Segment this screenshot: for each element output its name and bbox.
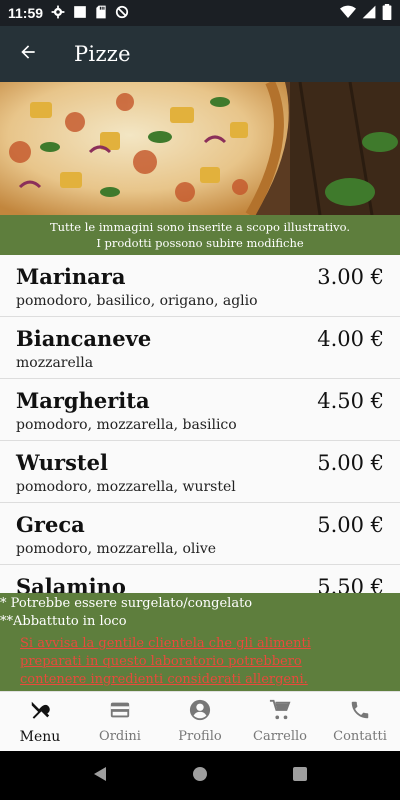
menu-item-margherita[interactable]: Margherita 4.50 € pomodoro, mozzarella, … (0, 379, 400, 441)
menu-item-wurstel[interactable]: Wurstel 5.00 € pomodoro, mozzarella, wur… (0, 441, 400, 503)
menu-item-greca[interactable]: Greca 5.00 € pomodoro, mozzarella, olive (0, 503, 400, 565)
item-price: 3.00 € (317, 265, 384, 289)
hero-pizza-image (0, 82, 400, 215)
item-description: pomodoro, mozzarella, olive (16, 541, 217, 557)
nav-menu-label: Menu (19, 728, 61, 745)
app-bar: Pizze (0, 26, 400, 82)
phone-icon (349, 699, 371, 729)
frozen-note: * Potrebbe essere surgelato/congelato (0, 596, 253, 611)
disclaimer-banner: Tutte le immagini sono inserite a scopo … (0, 215, 400, 255)
item-description: pomodoro, mozzarella, wurstel (16, 479, 236, 495)
back-button[interactable] (0, 26, 56, 82)
chilled-note: **Abbattuto in loco (0, 614, 127, 629)
gear-icon (51, 5, 65, 22)
item-description: pomodoro, mozzarella, basilico (16, 417, 237, 433)
footer-notes: * Potrebbe essere surgelato/congelato **… (0, 593, 400, 691)
no-disturb-icon (115, 5, 129, 22)
system-nav-bar (0, 751, 400, 800)
triangle-back-icon (92, 766, 108, 786)
page-title: Pizze (74, 42, 131, 66)
circle-home-icon (192, 766, 208, 786)
nav-ordini-label: Ordini (99, 729, 141, 744)
system-home-button[interactable] (180, 756, 220, 796)
nav-contatti[interactable]: Contatti (320, 692, 400, 751)
nav-menu[interactable]: Menu (0, 692, 80, 751)
battery-icon (382, 3, 392, 23)
item-description: pomodoro, basilico, origano, aglio (16, 293, 258, 309)
arrow-back-icon (18, 42, 38, 66)
signal-icon (362, 5, 376, 22)
item-price: 5.00 € (317, 513, 384, 537)
item-price: 5.50 € (317, 575, 384, 593)
menu-item-marinara[interactable]: Marinara 3.00 € pomodoro, basilico, orig… (0, 255, 400, 317)
menu-item-biancaneve[interactable]: Biancaneve 4.00 € mozzarella (0, 317, 400, 379)
status-bar: 11:59 (0, 0, 400, 26)
bottom-nav: Menu Ordini Profilo Carrello Contatti (0, 691, 400, 751)
square-icon (73, 5, 87, 22)
system-recents-button[interactable] (280, 756, 320, 796)
card-icon (109, 699, 131, 729)
nav-carrello-label: Carrello (253, 729, 307, 744)
nav-profilo[interactable]: Profilo (160, 692, 240, 751)
allergen-warning: Si avvisa la gentile clientela che gli a… (20, 636, 311, 687)
nav-profilo-label: Profilo (178, 729, 222, 744)
item-price: 4.00 € (317, 327, 384, 351)
square-recents-icon (292, 766, 308, 786)
wifi-icon (340, 5, 356, 22)
item-price: 5.00 € (317, 451, 384, 475)
nav-contatti-label: Contatti (333, 729, 387, 744)
nav-carrello[interactable]: Carrello (240, 692, 320, 751)
disclaimer-line-2: I prodotti possono subire modifiche (96, 236, 304, 250)
account-icon (189, 699, 211, 729)
disclaimer-line-1: Tutte le immagini sono inserite a scopo … (49, 220, 351, 234)
item-description: mozzarella (16, 355, 94, 371)
item-price: 4.50 € (317, 389, 384, 413)
cart-icon (269, 699, 291, 729)
sd-card-icon (95, 5, 107, 22)
status-time: 11:59 (8, 5, 44, 21)
nav-ordini[interactable]: Ordini (80, 692, 160, 751)
system-back-button[interactable] (80, 756, 120, 796)
fork-knife-icon (29, 699, 51, 729)
menu-item-salamino[interactable]: Salamino 5.50 € (0, 565, 400, 593)
menu-list[interactable]: Marinara 3.00 € pomodoro, basilico, orig… (0, 255, 400, 593)
